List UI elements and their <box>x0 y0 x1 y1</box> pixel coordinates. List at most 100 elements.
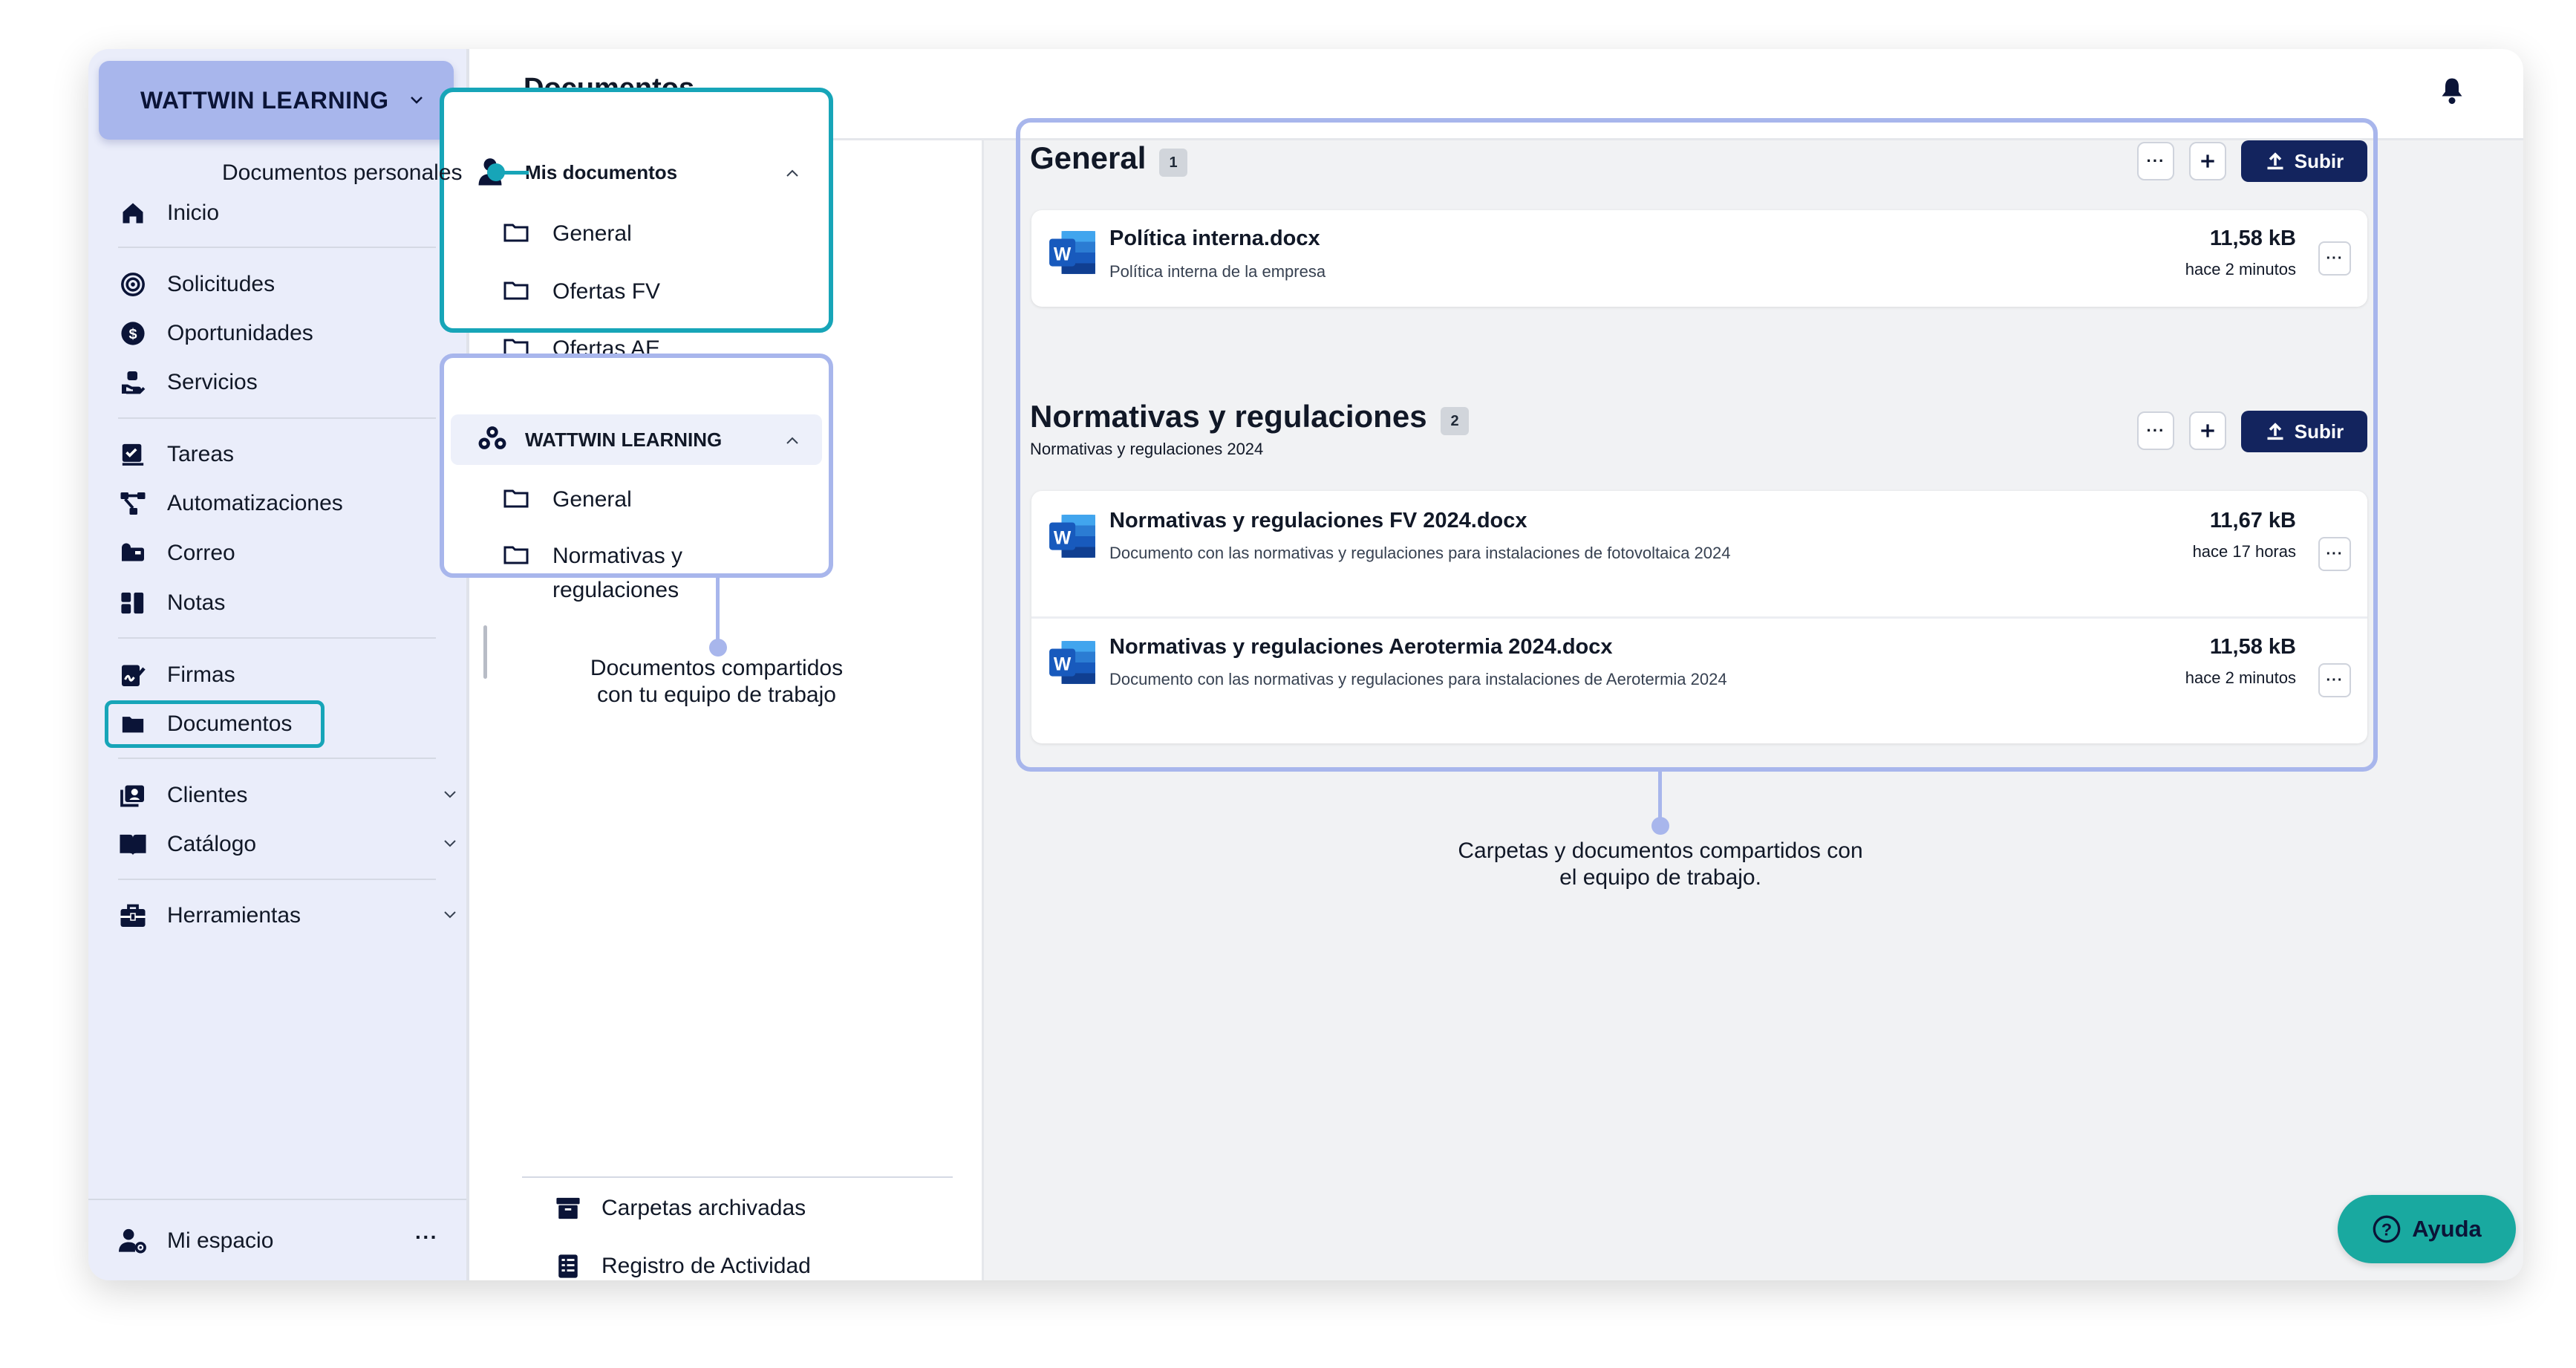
chevron-up-icon[interactable] <box>783 432 801 450</box>
folder-item[interactable]: General <box>503 217 632 251</box>
file-description: Documento con las normativas y regulacio… <box>1109 544 1731 562</box>
svg-text:W: W <box>1054 654 1072 674</box>
mail-icon <box>118 538 148 568</box>
folder-item[interactable]: General <box>503 483 632 517</box>
svg-text:$: $ <box>128 326 137 342</box>
service-icon <box>118 368 148 397</box>
file-menu-button[interactable]: ··· <box>2318 663 2351 697</box>
annotation-connector <box>716 576 720 645</box>
sidebar-item-oportunidades[interactable]: $ Oportunidades <box>118 313 313 354</box>
sidebar-item-firmas[interactable]: Firmas <box>118 654 235 696</box>
more-options-icon: ··· <box>2146 421 2165 440</box>
catalog-icon <box>118 830 148 859</box>
group-title: Mis documentos <box>525 160 678 183</box>
chevron-up-icon[interactable] <box>783 165 801 183</box>
folder-label: Ofertas FV <box>552 279 661 304</box>
sidebar-item-servicios[interactable]: Servicios <box>118 362 258 403</box>
svg-text:?: ? <box>2381 1219 2392 1239</box>
file-menu-button[interactable]: ··· <box>2318 537 2351 571</box>
word-file-icon: W <box>1049 231 1095 274</box>
upload-label: Subir <box>2294 149 2344 172</box>
sidebar-item-label: Automatizaciones <box>167 491 343 515</box>
group-wattwin-learning[interactable]: WATTWIN LEARNING <box>451 414 822 465</box>
sidebar-item-catalogo[interactable]: Catálogo <box>118 824 456 865</box>
sidebar-item-label: Notas <box>167 590 226 615</box>
more-options-button[interactable]: ··· <box>2137 411 2174 450</box>
plus-icon <box>2201 154 2214 168</box>
sidebar-item-label: Correo <box>167 541 235 565</box>
sidebar-item-herramientas[interactable]: Herramientas <box>118 895 456 937</box>
annotation-line: con tu equipo de trabajo <box>597 683 836 707</box>
archived-folders-label: Carpetas archivadas <box>601 1196 806 1220</box>
divider <box>118 879 436 880</box>
file-name[interactable]: Política interna.docx <box>1109 227 1320 251</box>
sidebar-item-mi-espacio[interactable]: Mi espacio <box>118 1220 273 1262</box>
more-options-button[interactable]: ··· <box>2137 142 2174 180</box>
file-row[interactable]: W Política interna.docx Política interna… <box>1031 210 2367 307</box>
section-title: Normativas y regulaciones <box>1030 399 1427 434</box>
target-icon <box>118 270 148 299</box>
chevron-down-icon <box>444 791 456 798</box>
folder-label: General <box>552 487 632 512</box>
sidebar-item-notas[interactable]: Notas <box>118 582 225 624</box>
word-file-icon: W <box>1049 641 1095 684</box>
help-button[interactable]: ? Ayuda <box>2338 1195 2516 1263</box>
folder-label: General <box>552 221 632 246</box>
sidebar-item-solicitudes[interactable]: Solicitudes <box>118 264 275 305</box>
file-row[interactable]: W Normativas y regulaciones FV 2024.docx… <box>1031 491 2367 617</box>
folder-item[interactable]: Ofertas FV <box>503 275 660 309</box>
sidebar-item-correo[interactable]: Correo <box>118 532 235 574</box>
file-name[interactable]: Normativas y regulaciones FV 2024.docx <box>1109 509 1527 533</box>
bell-icon[interactable] <box>2439 76 2465 105</box>
file-time: hace 17 horas <box>2192 542 2296 561</box>
annotation-dot <box>709 639 727 657</box>
team-icon <box>478 426 506 449</box>
chevron-down-icon <box>444 911 456 919</box>
annotation-line: Documentos compartidos <box>590 656 844 680</box>
upload-label: Subir <box>2294 420 2344 443</box>
sidebar-item-label: Servicios <box>167 370 258 394</box>
group-title: WATTWIN LEARNING <box>525 428 723 451</box>
folder-item[interactable]: Normativas y regulaciones <box>503 539 723 608</box>
workspace-selector[interactable]: WATTWIN LEARNING <box>99 61 454 140</box>
file-description: Política interna de la empresa <box>1109 262 1326 281</box>
upload-icon <box>2267 152 2283 170</box>
add-button[interactable] <box>2189 411 2226 450</box>
user-settings-icon <box>118 1226 148 1256</box>
annotation-line: el equipo de trabajo. <box>1559 865 1761 890</box>
file-description: Documento con las normativas y regulacio… <box>1109 670 1727 688</box>
section-subtitle: Normativas y regulaciones 2024 <box>1030 440 1264 458</box>
count-badge: 2 <box>1441 407 1469 435</box>
upload-icon <box>2267 423 2283 440</box>
file-row[interactable]: W Normativas y regulaciones Aerotermia 2… <box>1031 619 2367 743</box>
divider <box>118 758 436 759</box>
activity-log-link[interactable]: Registro de Actividad <box>555 1254 811 1279</box>
sidebar-item-label: Oportunidades <box>167 321 313 345</box>
workspace-name: WATTWIN LEARNING <box>140 87 389 114</box>
svg-text:W: W <box>1054 528 1072 548</box>
file-time: hace 2 minutos <box>2185 260 2296 279</box>
archive-icon <box>556 1197 580 1219</box>
sidebar-item-label: Firmas <box>167 662 235 687</box>
archived-folders-link[interactable]: Carpetas archivadas <box>555 1196 806 1221</box>
sidebar-item-tareas[interactable]: Tareas <box>118 434 234 475</box>
more-options-icon: ··· <box>2146 152 2165 170</box>
sidebar-item-label: Tareas <box>167 442 235 466</box>
upload-button[interactable]: Subir <box>2241 140 2367 182</box>
sidebar-item-automatizaciones[interactable]: Automatizaciones <box>118 483 343 524</box>
task-icon <box>118 440 148 469</box>
toolbox-icon <box>118 901 148 931</box>
sidebar-item-clientes[interactable]: Clientes <box>118 775 456 816</box>
folder-outline-icon <box>503 217 532 251</box>
folder-outline-icon <box>503 539 532 608</box>
add-button[interactable] <box>2189 142 2226 180</box>
more-options-icon[interactable]: ··· <box>415 1225 438 1249</box>
divider <box>118 417 436 419</box>
folder-label: Normativas y regulaciones <box>552 544 683 602</box>
annotation-dot <box>487 163 505 181</box>
sidebar-item-inicio[interactable]: Inicio <box>118 192 219 234</box>
upload-button[interactable]: Subir <box>2241 411 2367 452</box>
panel-resize-handle[interactable] <box>483 625 487 679</box>
file-menu-button[interactable]: ··· <box>2318 241 2351 276</box>
file-name[interactable]: Normativas y regulaciones Aerotermia 202… <box>1109 635 1613 659</box>
